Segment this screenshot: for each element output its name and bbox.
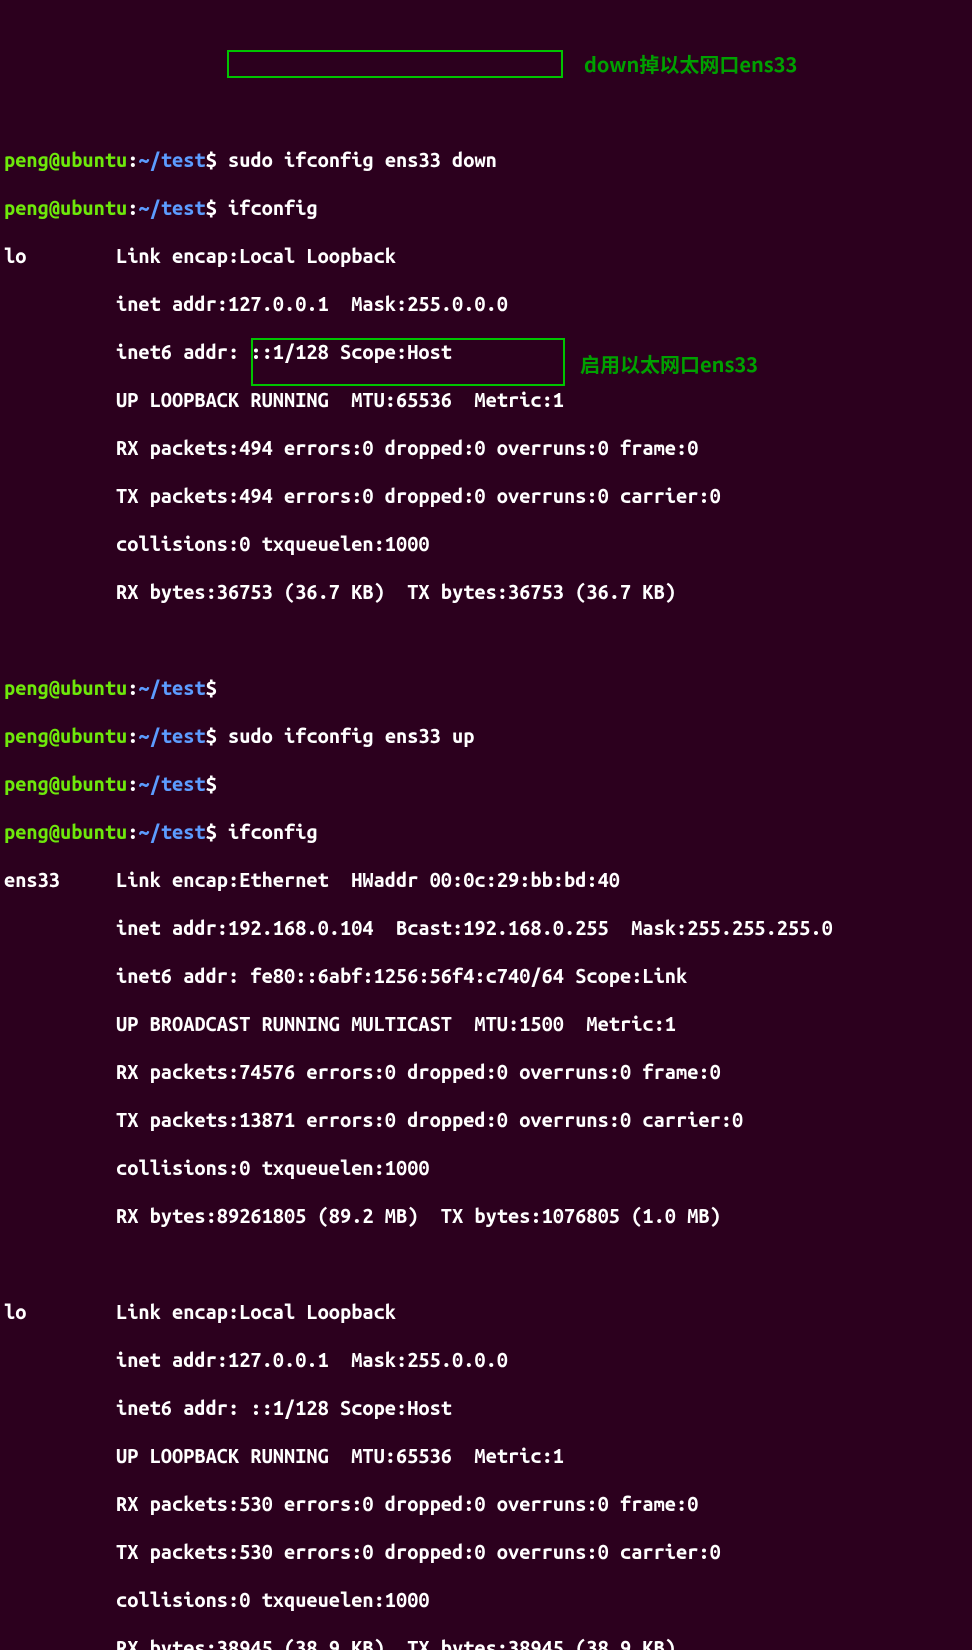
- terminal-line[interactable]: peng@ubuntu:~/test$ sudo ifconfig ens33 …: [4, 724, 968, 748]
- output-line: UP LOOPBACK RUNNING MTU:65536 Metric:1: [4, 388, 968, 412]
- prompt-tilde: ~: [138, 820, 149, 843]
- prompt-at: @: [49, 148, 60, 171]
- prompt-dollar: $: [206, 148, 217, 171]
- output-line: RX packets:530 errors:0 dropped:0 overru…: [4, 1492, 968, 1516]
- command-ifconfig-1: ifconfig: [228, 196, 318, 219]
- prompt-user: peng: [4, 772, 49, 795]
- prompt-dir: test: [161, 772, 206, 795]
- output-line: collisions:0 txqueuelen:1000: [4, 1156, 968, 1180]
- prompt-colon: :: [127, 196, 138, 219]
- blank-line: [4, 1252, 968, 1276]
- output-line: RX bytes:38945 (38.9 KB) TX bytes:38945 …: [4, 1636, 968, 1650]
- output-line: RX packets:74576 errors:0 dropped:0 over…: [4, 1060, 968, 1084]
- output-line: inet6 addr: fe80::6abf:1256:56f4:c740/64…: [4, 964, 968, 988]
- output-line: inet addr:127.0.0.1 Mask:255.0.0.0: [4, 1348, 968, 1372]
- command-down: sudo ifconfig ens33 down: [228, 148, 497, 171]
- prompt-dollar: $: [206, 820, 217, 843]
- prompt-dir: test: [161, 676, 206, 699]
- command-up: sudo ifconfig ens33 up: [228, 724, 474, 747]
- prompt-colon: :: [127, 676, 138, 699]
- prompt-host: ubuntu: [60, 820, 127, 843]
- prompt-at: @: [49, 820, 60, 843]
- blank-line: [4, 628, 968, 652]
- terminal-line[interactable]: peng@ubuntu:~/test$ ifconfig: [4, 820, 968, 844]
- prompt-dir: test: [161, 820, 206, 843]
- prompt-slash: /: [150, 676, 161, 699]
- terminal-line[interactable]: peng@ubuntu:~/test$: [4, 676, 968, 700]
- prompt-colon: :: [127, 772, 138, 795]
- prompt-host: ubuntu: [60, 196, 127, 219]
- highlight-box-down: [227, 50, 563, 78]
- prompt-user: peng: [4, 820, 49, 843]
- prompt-tilde: ~: [138, 772, 149, 795]
- terminal-line[interactable]: peng@ubuntu:~/test$ sudo ifconfig ens33 …: [4, 148, 968, 172]
- prompt-slash: /: [150, 724, 161, 747]
- prompt-slash: /: [150, 820, 161, 843]
- terminal-window[interactable]: { "prompt": { "user": "peng", "at": "@",…: [0, 48, 972, 1650]
- prompt-at: @: [49, 772, 60, 795]
- output-line: UP LOOPBACK RUNNING MTU:65536 Metric:1: [4, 1444, 968, 1468]
- prompt-slash: /: [150, 196, 161, 219]
- prompt-user: peng: [4, 724, 49, 747]
- output-line: ens33 Link encap:Ethernet HWaddr 00:0c:2…: [4, 868, 968, 892]
- prompt-host: ubuntu: [60, 772, 127, 795]
- output-line: TX packets:494 errors:0 dropped:0 overru…: [4, 484, 968, 508]
- prompt-host: ubuntu: [60, 148, 127, 171]
- terminal-line[interactable]: peng@ubuntu:~/test$: [4, 772, 968, 796]
- output-line: collisions:0 txqueuelen:1000: [4, 532, 968, 556]
- prompt-dollar: $: [206, 772, 217, 795]
- prompt-dollar: $: [206, 676, 217, 699]
- prompt-colon: :: [127, 724, 138, 747]
- output-line: RX bytes:36753 (36.7 KB) TX bytes:36753 …: [4, 580, 968, 604]
- output-line: RX bytes:89261805 (89.2 MB) TX bytes:107…: [4, 1204, 968, 1228]
- command-ifconfig-2: ifconfig: [228, 820, 318, 843]
- prompt-at: @: [49, 196, 60, 219]
- prompt-dir: test: [161, 148, 206, 171]
- output-line: collisions:0 txqueuelen:1000: [4, 1588, 968, 1612]
- prompt-colon: :: [127, 148, 138, 171]
- output-line: RX packets:494 errors:0 dropped:0 overru…: [4, 436, 968, 460]
- prompt-tilde: ~: [138, 676, 149, 699]
- prompt-host: ubuntu: [60, 724, 127, 747]
- prompt-at: @: [49, 724, 60, 747]
- prompt-slash: /: [150, 772, 161, 795]
- prompt-dollar: $: [206, 724, 217, 747]
- prompt-tilde: ~: [138, 196, 149, 219]
- prompt-dir: test: [161, 724, 206, 747]
- output-line: TX packets:530 errors:0 dropped:0 overru…: [4, 1540, 968, 1564]
- prompt-user: peng: [4, 148, 49, 171]
- prompt-dollar: $: [206, 196, 217, 219]
- prompt-user: peng: [4, 196, 49, 219]
- prompt-tilde: ~: [138, 724, 149, 747]
- output-line: lo Link encap:Local Loopback: [4, 244, 968, 268]
- prompt-tilde: ~: [138, 148, 149, 171]
- prompt-at: @: [49, 676, 60, 699]
- output-line: inet6 addr: ::1/128 Scope:Host: [4, 340, 968, 364]
- output-line: UP BROADCAST RUNNING MULTICAST MTU:1500 …: [4, 1012, 968, 1036]
- terminal-line[interactable]: peng@ubuntu:~/test$ ifconfig: [4, 196, 968, 220]
- output-line: inet addr:127.0.0.1 Mask:255.0.0.0: [4, 292, 968, 316]
- prompt-host: ubuntu: [60, 676, 127, 699]
- output-line: inet6 addr: ::1/128 Scope:Host: [4, 1396, 968, 1420]
- output-line: inet addr:192.168.0.104 Bcast:192.168.0.…: [4, 916, 968, 940]
- prompt-colon: :: [127, 820, 138, 843]
- prompt-dir: test: [161, 196, 206, 219]
- annotation-up: 启用以太网口ens33: [580, 352, 758, 376]
- output-line: TX packets:13871 errors:0 dropped:0 over…: [4, 1108, 968, 1132]
- annotation-down: down掉以太网口ens33: [584, 52, 797, 76]
- output-line: lo Link encap:Local Loopback: [4, 1300, 968, 1324]
- prompt-user: peng: [4, 676, 49, 699]
- prompt-slash: /: [150, 148, 161, 171]
